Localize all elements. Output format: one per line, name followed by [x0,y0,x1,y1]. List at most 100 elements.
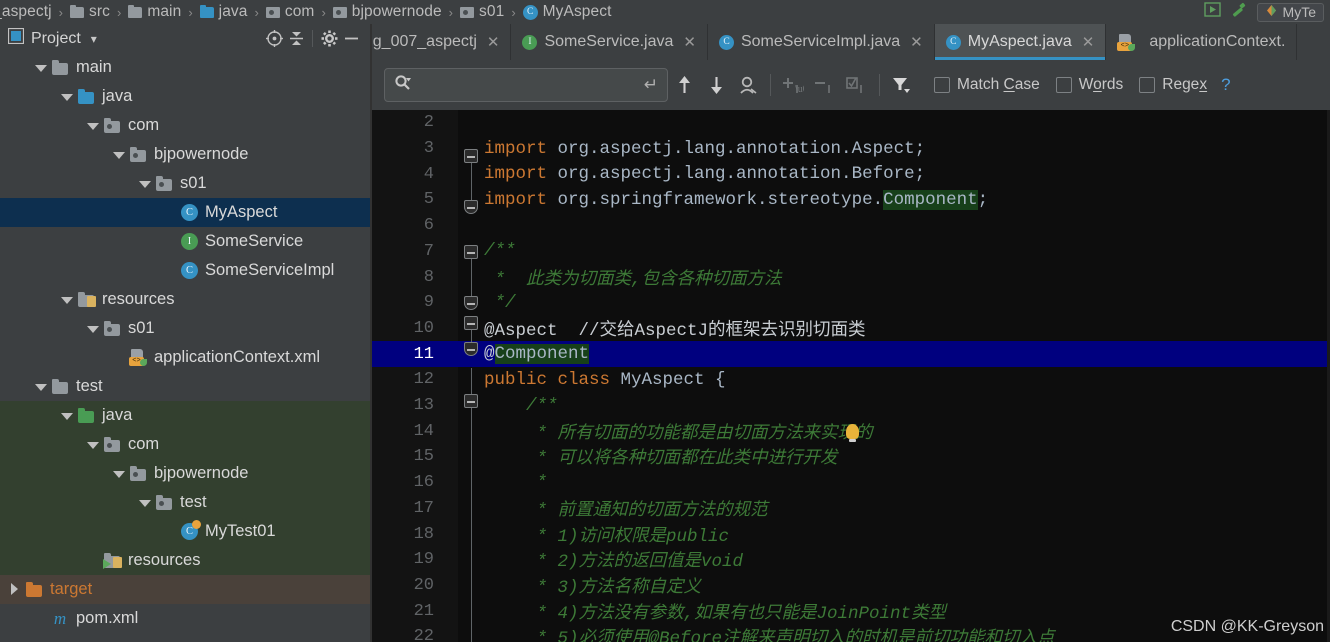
chevron-down-icon[interactable] [86,119,99,132]
editor-tab-bar[interactable]: ring_007_aspectj ✕ I SomeService.java ✕ C Some… [372,24,1330,60]
close-icon[interactable]: ✕ [683,33,696,51]
fold-marker-class[interactable] [464,342,478,356]
code-line[interactable]: 6 [372,213,1330,239]
tree-item-java[interactable]: java [0,82,370,111]
tree-item-applicationcontext-xml[interactable]: <> applicationContext.xml [0,343,370,372]
code-line[interactable]: 15 * 可以将各种切面都在此类中进行开发 [372,444,1330,470]
tree-item-target[interactable]: target [0,575,370,604]
code-line[interactable]: 19 * 2)方法的返回值是void [372,547,1330,573]
breadcrumb-item-ring-007-aspectj[interactable]: ring_007_aspectj [0,3,54,21]
fold-marker-imports[interactable] [464,149,478,163]
code-line[interactable]: 17 * 前置通知的切面方法的规范 [372,496,1330,522]
code-line[interactable]: 7 /** [372,239,1330,265]
breadcrumb-item-bjpowernode[interactable]: bjpowernode [331,3,444,21]
filter-icon[interactable] [886,68,918,102]
chevron-down-icon[interactable] [60,90,73,103]
close-icon[interactable]: ✕ [910,33,923,51]
remove-selection-icon[interactable] [809,68,841,102]
checkbox-box[interactable] [934,77,950,93]
close-icon[interactable]: ✕ [1082,33,1095,51]
close-icon[interactable]: ✕ [487,33,500,51]
tree-item-resources[interactable]: resources [0,546,370,575]
intention-bulb-icon[interactable] [846,424,859,442]
fold-marker-annotations[interactable] [464,316,478,330]
checkbox-match-case[interactable]: Match Case [934,76,1040,94]
code-line[interactable]: 4 import org.aspectj.lang.annotation.Befo… [372,161,1330,187]
add-selection-icon[interactable]: \u0399 [777,68,809,102]
tree-item-com[interactable]: com [0,111,370,140]
tab-myaspect-java[interactable]: C MyAspect.java ✕ [934,24,1107,60]
tree-item-s01[interactable]: s01 [0,169,370,198]
run-icon[interactable] [1203,2,1221,22]
tab-ring-007-aspectj[interactable]: ring_007_aspectj ✕ [372,24,512,60]
locate-target-icon[interactable] [263,28,285,50]
fold-marker-javadoc[interactable] [464,245,478,259]
checkbox-regex[interactable]: Regex [1139,76,1207,94]
chevron-down-icon[interactable] [34,380,47,393]
checkbox-words[interactable]: Words [1055,76,1123,94]
chevron-down-icon[interactable] [86,322,99,335]
code-line[interactable]: 11 @Component [372,341,1330,367]
run-configuration-selector[interactable]: MyTe [1256,2,1324,22]
chevron-down-icon[interactable] [138,177,151,190]
find-input-wrapper[interactable]: ↵ [384,68,668,102]
tree-item-s01[interactable]: s01 [0,314,370,343]
code-line[interactable]: 20 * 3)方法名称自定义 [372,573,1330,599]
breadcrumb-item-myaspect[interactable]: C MyAspect [521,3,614,21]
breadcrumb-item-com[interactable]: com [264,3,317,21]
chevron-down-icon[interactable] [86,438,99,451]
tab-applicationcontext-[interactable]: <> applicationContext. [1106,24,1298,60]
settings-gear-icon[interactable] [318,28,340,50]
tree-item-java[interactable]: java [0,401,370,430]
tab-someserviceimpl-java[interactable]: C SomeServiceImpl.java ✕ [708,24,935,60]
select-all-occurrences-icon[interactable] [732,68,764,102]
chevron-right-icon[interactable] [8,583,21,596]
tree-item-mytest01[interactable]: C MyTest01 [0,517,370,546]
code-line[interactable]: 13 /** [372,393,1330,419]
code-line[interactable]: 10 @Aspect //交给AspectJ的框架去识别切面类 [372,316,1330,342]
code-editor[interactable]: 2 3 import org.aspectj.lang.annotation.Asp… [372,110,1330,642]
tree-item-main[interactable]: main [0,53,370,82]
breadcrumb-item-src[interactable]: src [68,3,112,21]
tree-item-resources[interactable]: resources [0,285,370,314]
code-line[interactable]: 16 * [372,470,1330,496]
code-line[interactable]: 2 [372,110,1330,136]
tree-item-bjpowernode[interactable]: bjpowernode [0,140,370,169]
tree-item-bjpowernode[interactable]: bjpowernode [0,459,370,488]
breadcrumb-item-main[interactable]: main [126,3,183,21]
code-line[interactable]: 12 public class MyAspect { [372,367,1330,393]
chevron-down-icon[interactable] [34,61,47,74]
chevron-down-icon[interactable] [60,293,73,306]
find-help-icon[interactable]: ? [1221,75,1230,95]
tree-item-pom-xml[interactable]: m pom.xml [0,604,370,633]
tree-item-test[interactable]: test [0,488,370,517]
code-line[interactable]: 9 */ [372,290,1330,316]
build-hammer-icon[interactable] [1230,2,1248,23]
toggle-selection-icon[interactable] [841,68,873,102]
breadcrumb-item-s01[interactable]: s01 [458,3,506,21]
find-previous-icon[interactable] [668,68,700,102]
collapse-all-icon[interactable] [285,28,307,50]
code-line[interactable]: 3 import org.aspectj.lang.annotation.Aspe… [372,136,1330,162]
find-next-icon[interactable] [700,68,732,102]
fold-marker-imports-end[interactable] [464,200,478,214]
chevron-down-icon[interactable] [112,148,125,161]
chevron-down-icon[interactable] [112,467,125,480]
tree-item-com[interactable]: com [0,430,370,459]
tree-item-someservice[interactable]: I SomeService [0,227,370,256]
checkbox-box[interactable] [1055,77,1072,93]
tree-item-someserviceimpl[interactable]: C SomeServiceImpl [0,256,370,285]
code-line[interactable]: 8 * 此类为切面类,包含各种切面方法 [372,264,1330,290]
chevron-down-icon[interactable] [138,496,151,509]
search-input[interactable] [417,76,638,94]
breadcrumb-item-java[interactable]: java [198,3,250,21]
fold-marker-javadoc-end[interactable] [464,296,478,310]
project-tree[interactable]: main java com bjpowernode s01 C MyAspect I SomeS… [0,53,370,642]
chevron-down-icon[interactable] [60,409,73,422]
code-line[interactable]: 5 import org.springframework.stereotype.C… [372,187,1330,213]
chevron-down-icon[interactable]: ▾ [91,32,97,46]
hide-panel-icon[interactable] [340,28,362,50]
tree-item-myaspect[interactable]: C MyAspect [0,198,370,227]
code-line[interactable]: 18 * 1)访问权限是public [372,521,1330,547]
checkbox-box[interactable] [1139,77,1156,93]
